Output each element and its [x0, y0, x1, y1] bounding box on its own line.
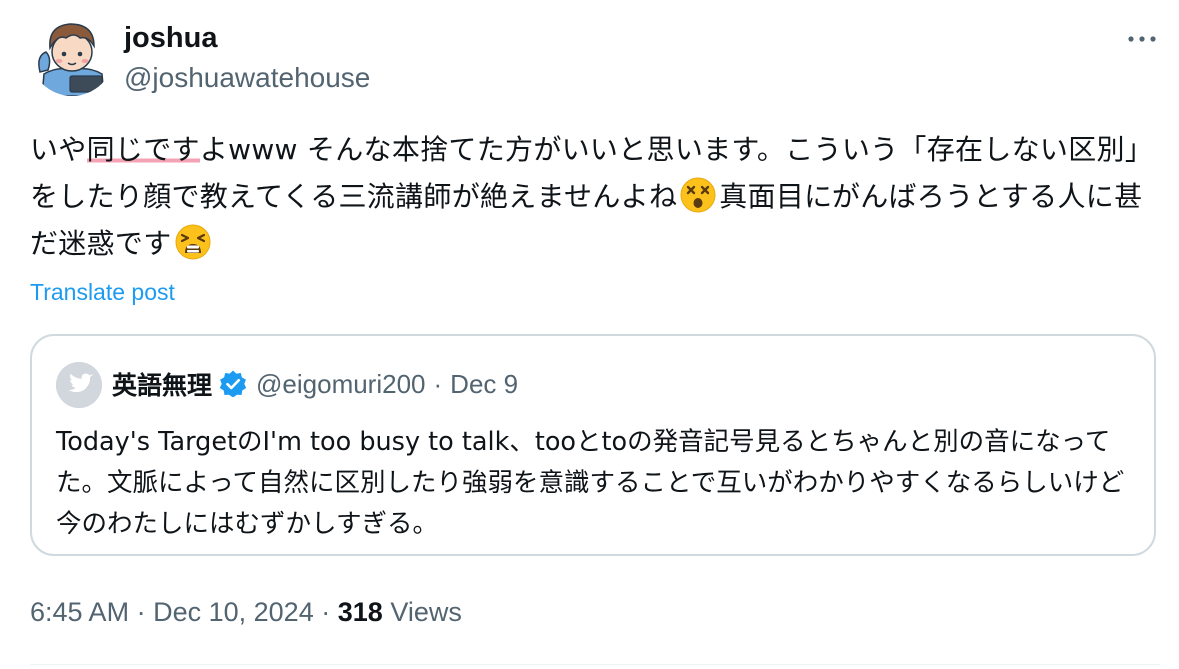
default-bird-avatar-icon	[56, 362, 102, 408]
views-label: Views	[390, 597, 462, 627]
separator-dot: ·	[433, 368, 443, 399]
author-avatar[interactable]	[30, 12, 114, 96]
more-horizontal-icon[interactable]	[1124, 24, 1160, 54]
views-count: 318	[337, 597, 383, 627]
quoted-author-avatar[interactable]	[56, 362, 102, 408]
tweet-date[interactable]: Dec 10, 2024	[153, 597, 314, 627]
verified-badge-icon	[219, 370, 247, 398]
tweet-text-highlight: 同じです	[86, 133, 200, 166]
author-display-name[interactable]: joshua	[124, 20, 217, 56]
quoted-author-handle[interactable]: @eigomuri200	[256, 369, 425, 400]
translate-post-link[interactable]: Translate post	[30, 276, 175, 308]
quoted-tweet-text: Today's TargetのI'm too busy to talk、tooと…	[56, 427, 1125, 539]
quoted-tweet-date[interactable]: Dec 9	[450, 369, 518, 400]
separator-dot: ·	[321, 597, 331, 627]
quoted-tweet-header: 英語無理 @eigomuri200 · Dec 9	[112, 366, 518, 402]
cartoon-boy-avatar-icon	[30, 12, 114, 96]
author-handle[interactable]: @joshuawatehouse	[124, 60, 370, 96]
dizzy-face-emoji-icon	[679, 176, 717, 214]
tweet: joshua @joshuawatehouse いや同じですよwww そんな本捨…	[0, 0, 1179, 669]
tweet-text: いや同じですよwww そんな本捨てた方がいいと思います。こういう「存在しない区別…	[30, 126, 1160, 267]
divider	[30, 664, 1160, 665]
tweet-time[interactable]: 6:45 AM	[30, 597, 129, 627]
separator-dot: ·	[136, 597, 146, 627]
tweet-text-part-1: いや	[30, 133, 87, 166]
tweet-meta: 6:45 AM · Dec 10, 2024 · 318 Views	[30, 594, 462, 630]
quoted-author-name[interactable]: 英語無理	[112, 366, 212, 402]
weary-face-emoji-icon	[174, 223, 212, 261]
quoted-tweet[interactable]: 英語無理 @eigomuri200 · Dec 9 Today's Target…	[30, 334, 1156, 556]
